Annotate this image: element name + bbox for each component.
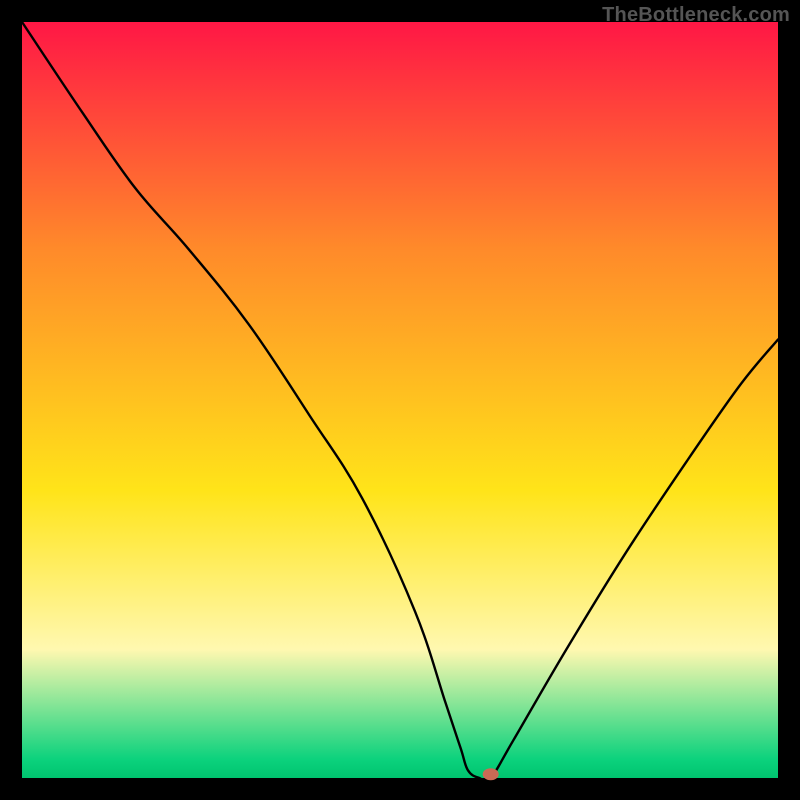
chart-plot-area	[22, 22, 778, 778]
watermark-text: TheBottleneck.com	[602, 4, 790, 27]
bottleneck-chart	[0, 0, 800, 800]
chart-container: TheBottleneck.com	[0, 0, 800, 800]
optimal-point-marker	[483, 768, 499, 780]
